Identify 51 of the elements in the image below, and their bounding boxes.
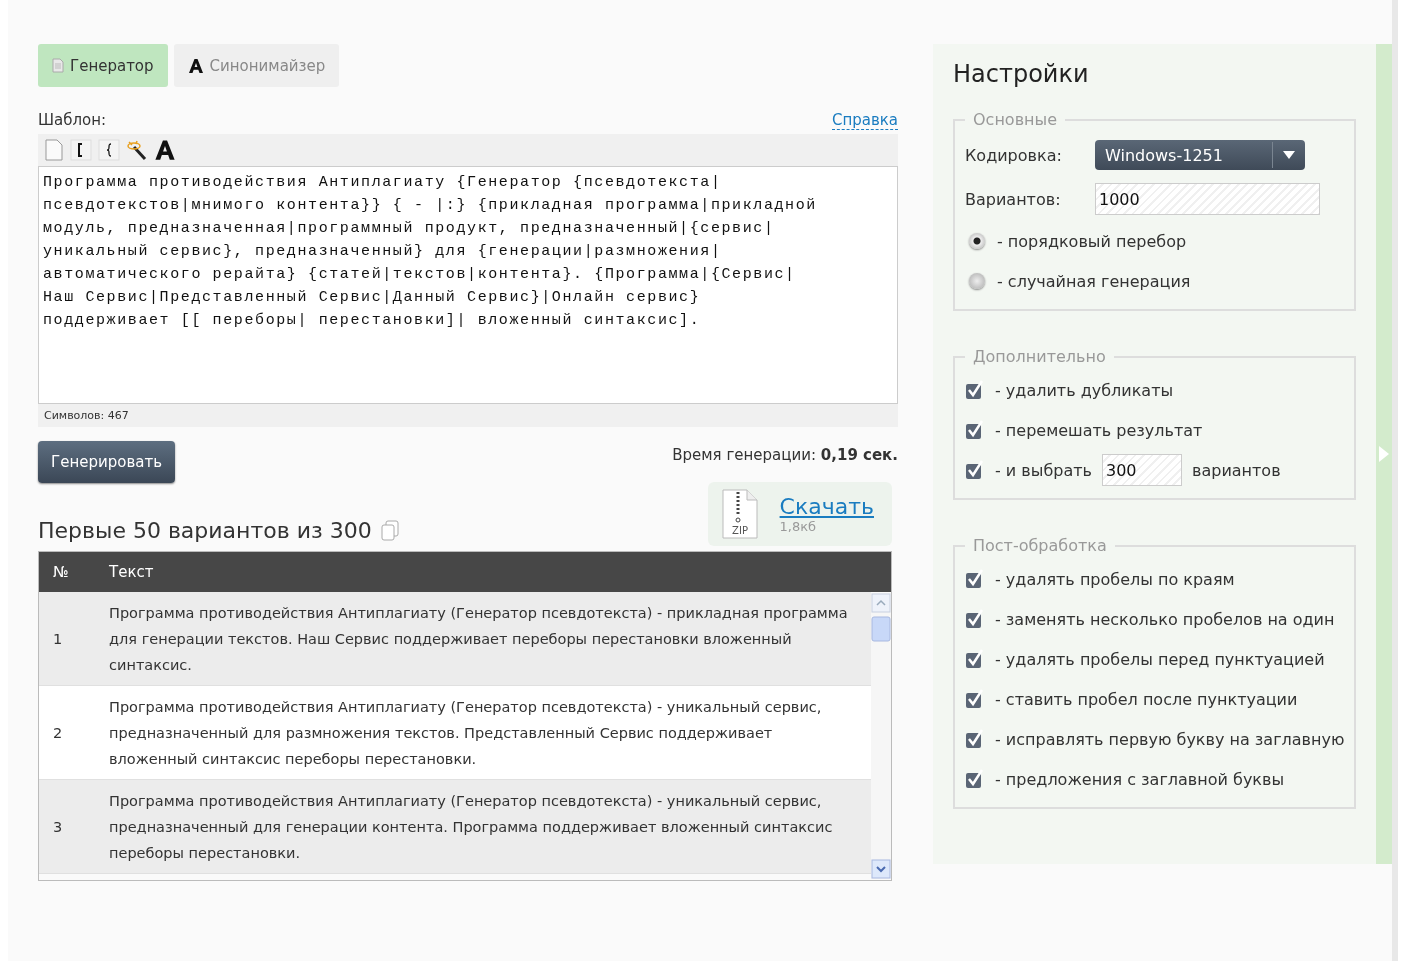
field-label: Вариантов:: [965, 189, 1062, 209]
option-label: - заменять несколько пробелов на один: [995, 609, 1335, 629]
square-bracket-icon[interactable]: [70, 139, 92, 161]
option-label: - и выбрать: [995, 460, 1092, 480]
option-label: - перемешать результат: [995, 420, 1203, 440]
caret-icon: [1283, 151, 1295, 159]
magic-wand-icon[interactable]: [126, 139, 148, 161]
row-number: 3: [52, 817, 64, 837]
character-count: Символов: 467: [43, 408, 130, 424]
play-arrow-icon: [1379, 446, 1389, 462]
letter-a-icon: [187, 57, 204, 74]
option-label: - исправлять первую букву на заглавную: [995, 729, 1345, 749]
field-label: Кодировка:: [965, 145, 1063, 165]
curly-brace-icon[interactable]: [98, 139, 120, 161]
option-label: - удалять пробелы по краям: [995, 569, 1235, 589]
group-legend: Дополнительно: [965, 347, 1114, 366]
generate-button[interactable]: Генерировать: [38, 441, 175, 483]
table-cell-text: Программа противодействия Антиплагиату (Генератор псевдотекста) - уникальный сервис, предназначенный для размножения текстов. Представленный Сервис поддерживает вложенный синтаксис переборы перестановки.: [109, 697, 823, 769]
variants-field[interactable]: 1000: [1095, 183, 1320, 215]
table-cell-text: Программа противодействия Антиплагиату (Генератор псевдотекста) - прикладная программа для генерации текстов. Наш Сервис поддерживает переборы перестановки вложенный синтаксис.: [109, 603, 849, 675]
results-title: Первые 50 вариантов из 300: [38, 518, 372, 543]
radio-button[interactable]: [969, 233, 985, 249]
letter-a-icon[interactable]: [154, 139, 176, 161]
option-label: - удалить дубликаты: [995, 380, 1174, 400]
option-label: - предложения с заглавной буквы: [995, 769, 1285, 789]
table-cell-text: Программа противодействия Антиплагиату (Генератор псевдотекста) - уникальный сервис, предназначенный для генерации контента. Программа поддерживает вложенный синтаксис переборы перестановки.: [109, 791, 834, 863]
document-icon: [52, 58, 64, 73]
option-label: - удалять пробелы перед пунктуацией: [995, 649, 1325, 669]
download-link[interactable]: Скачать: [779, 494, 874, 519]
radio-button[interactable]: [969, 273, 985, 289]
row-number: 1: [52, 629, 64, 649]
count-field[interactable]: 300: [1102, 454, 1182, 486]
help-link[interactable]: Справка: [831, 111, 898, 130]
column-header: Текст: [109, 563, 155, 581]
group-legend: Основные: [965, 110, 1065, 129]
scrollbar[interactable]: [871, 593, 891, 879]
column-header: №: [52, 563, 70, 581]
option-label: вариантов: [1192, 460, 1281, 480]
option-label: - ставить пробел после пунктуации: [995, 689, 1298, 709]
encoding-dropdown[interactable]: Windows-1251: [1095, 140, 1305, 170]
template-field[interactable]: Программа противодействия Антиплагиату {Генератор {псевдотекста| псевдотекстов|мнимого контента}} { - |:} {прикладная программа|прикладной модуль, предназначенная|программный продукт, предназначенный|{сервис| уникальный сервис}, предназначенный} для {генерации|размножения| автоматического рерайта} {статей|текстов|контента}. {Программа|{Сервис| Наш Сервис|Представленный Сервис|Данный Сервис}|Онлайн сервис} поддерживает [[ переборы| перестановки]| вложенный синтаксис].: [38, 166, 898, 404]
tab[interactable]: Генератор: [38, 44, 168, 87]
file-size: 1,8кб: [779, 519, 818, 534]
row-number: 2: [52, 723, 64, 743]
option-label: - случайная генерация: [997, 271, 1191, 291]
settings-title: Настройки: [953, 60, 1090, 88]
option-label: - порядковый перебор: [997, 231, 1187, 251]
generation-time: Время генерации: 0,19 сек.: [672, 446, 898, 464]
zip-file-icon: ZIP: [719, 488, 760, 540]
template-label: Шаблон:: [38, 111, 107, 130]
group-legend: Пост-обработка: [965, 536, 1115, 555]
